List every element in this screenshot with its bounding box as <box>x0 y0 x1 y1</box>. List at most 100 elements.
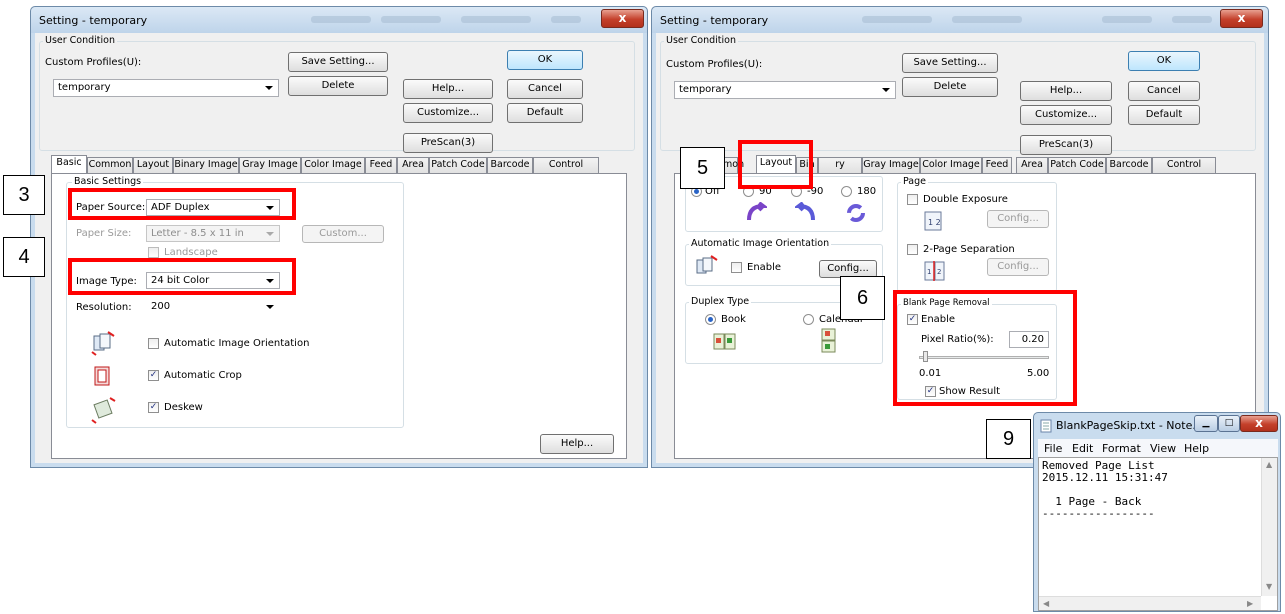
blurred-title-text <box>461 16 531 23</box>
tab-gray-image[interactable]: Gray Image <box>239 157 301 173</box>
profile-select[interactable]: temporary <box>674 81 896 99</box>
notepad-text-area[interactable]: Removed Page List 2015.12.11 15:31:47 1 … <box>1038 457 1278 611</box>
close-button[interactable]: x <box>1240 415 1278 432</box>
menu-help[interactable]: Help <box>1184 442 1209 455</box>
tab-feed[interactable]: Feed <box>982 157 1012 173</box>
two-page-separation-checkbox[interactable] <box>907 244 918 255</box>
notepad-menu-bar: File Edit Format View Help <box>1038 439 1278 457</box>
callout-number: 3 <box>3 175 45 215</box>
highlight-image-type <box>68 258 296 295</box>
title-bar[interactable]: Setting - temporary x <box>31 7 647 33</box>
auto-orientation-icon <box>91 331 115 356</box>
default-button[interactable]: Default <box>507 103 583 123</box>
minimize-icon[interactable]: ▁ <box>1194 415 1218 432</box>
save-setting-button[interactable]: Save Setting... <box>902 53 998 73</box>
ok-button[interactable]: OK <box>507 50 583 70</box>
auto-orientation-checkbox[interactable] <box>148 338 159 349</box>
default-button[interactable]: Default <box>1128 105 1200 125</box>
close-button[interactable]: x <box>1220 9 1263 28</box>
help-button[interactable]: Help... <box>1020 81 1112 101</box>
rotation-180-label: 180 <box>857 186 877 197</box>
tab-common[interactable]: Common <box>87 157 133 173</box>
two-page-separation-config-button[interactable]: Config... <box>987 258 1049 276</box>
resolution-select[interactable]: 200 <box>146 298 280 315</box>
delete-button[interactable]: Delete <box>288 76 388 96</box>
title-bar[interactable]: Setting - temporary x <box>652 7 1268 33</box>
group-label: Automatic Image Orientation <box>689 238 832 249</box>
text-line: 2015.12.11 15:31:47 <box>1042 471 1168 484</box>
auto-orientation-enable-label: Enable <box>747 262 782 273</box>
landscape-checkbox[interactable] <box>148 247 159 258</box>
two-page-separation-icon: 12 <box>924 261 945 281</box>
tab-barcode[interactable]: Barcode <box>487 157 533 173</box>
duplex-book-radio[interactable] <box>705 314 716 325</box>
tab-binary-image[interactable]: Binary Image <box>173 157 239 173</box>
menu-file[interactable]: File <box>1044 442 1062 455</box>
notepad-title-bar[interactable]: BlankPageSkip.txt - Note... ▁ □ x <box>1034 413 1280 437</box>
maximize-icon[interactable]: □ <box>1218 415 1240 432</box>
auto-orientation-enable-checkbox[interactable] <box>731 262 742 273</box>
duplex-book-label: Book <box>721 314 746 325</box>
tab-control-sheet[interactable]: Control Sheet <box>1152 157 1216 184</box>
tab-basic[interactable]: Basic <box>51 155 87 174</box>
prescan-button[interactable]: PreScan(3) <box>1020 135 1112 155</box>
help-button[interactable]: Help... <box>403 79 493 99</box>
chevron-down-icon <box>266 304 274 309</box>
svg-text:2: 2 <box>937 268 941 276</box>
blurred-title-text <box>1172 16 1212 23</box>
profile-select[interactable]: temporary <box>53 79 279 97</box>
rotation-180-radio[interactable] <box>841 186 852 197</box>
tab-control-sheet[interactable]: Control Sheet <box>533 157 599 184</box>
tab-area[interactable]: Area <box>1016 157 1048 173</box>
double-exposure-label: Double Exposure <box>923 194 1008 205</box>
tab-color-image[interactable]: Color Image <box>920 157 982 173</box>
chevron-down-icon <box>266 231 274 236</box>
double-exposure-config-button[interactable]: Config... <box>987 210 1049 228</box>
blurred-title-text <box>551 16 581 23</box>
notepad-icon <box>1040 419 1052 433</box>
tab-patch-code[interactable]: Patch Code <box>429 157 487 173</box>
double-exposure-checkbox[interactable] <box>907 194 918 205</box>
cancel-button[interactable]: Cancel <box>1128 81 1200 101</box>
cancel-button[interactable]: Cancel <box>507 79 583 99</box>
prescan-button[interactable]: PreScan(3) <box>403 133 493 153</box>
scroll-left-icon[interactable]: ◀ <box>1043 599 1049 608</box>
tab-color-image[interactable]: Color Image <box>301 157 365 173</box>
deskew-checkbox[interactable]: ✓ <box>148 402 159 413</box>
tab-feed[interactable]: Feed <box>365 157 397 173</box>
ok-button[interactable]: OK <box>1128 51 1200 71</box>
customize-button[interactable]: Customize... <box>403 103 493 123</box>
resolution-value: 200 <box>151 301 171 312</box>
window-title: Setting - temporary <box>660 14 769 27</box>
tab-patch-code[interactable]: Patch Code <box>1048 157 1106 173</box>
scroll-right-icon[interactable]: ▶ <box>1247 599 1253 608</box>
menu-edit[interactable]: Edit <box>1072 442 1093 455</box>
horizontal-scrollbar[interactable]: ◀ ▶ <box>1039 596 1261 610</box>
save-setting-button[interactable]: Save Setting... <box>288 52 388 72</box>
blurred-title-text <box>381 16 441 23</box>
settings-window-left: Setting - temporary x User Condition Cus… <box>30 6 648 468</box>
deskew-label: Deskew <box>164 402 203 413</box>
scroll-up-icon[interactable]: ▲ <box>1266 460 1272 469</box>
menu-view[interactable]: View <box>1150 442 1176 455</box>
rotate-90-icon <box>747 202 767 221</box>
group-label: User Condition <box>43 35 118 46</box>
customize-button[interactable]: Customize... <box>1020 105 1112 125</box>
paper-size-select[interactable]: Letter - 8.5 x 11 in <box>146 225 280 242</box>
tab-barcode[interactable]: Barcode <box>1106 157 1152 173</box>
scroll-down-icon[interactable]: ▼ <box>1266 582 1272 591</box>
delete-button[interactable]: Delete <box>902 77 998 97</box>
menu-format[interactable]: Format <box>1102 442 1141 455</box>
auto-crop-checkbox[interactable]: ✓ <box>148 370 159 381</box>
tab-area[interactable]: Area <box>397 157 429 173</box>
tab-layout[interactable]: Layout <box>133 157 173 173</box>
tab-binary-image-rest[interactable]: ry Image <box>818 157 862 184</box>
close-button[interactable]: x <box>601 9 644 28</box>
custom-size-button[interactable]: Custom... <box>302 225 384 243</box>
auto-orientation-icon <box>696 255 718 274</box>
vertical-scrollbar[interactable]: ▲ ▼ <box>1261 458 1277 596</box>
tab-gray-image[interactable]: Gray Image <box>862 157 920 173</box>
highlight-blank-page-removal <box>893 290 1077 406</box>
panel-help-button[interactable]: Help... <box>540 434 614 454</box>
duplex-calendar-radio[interactable] <box>803 314 814 325</box>
